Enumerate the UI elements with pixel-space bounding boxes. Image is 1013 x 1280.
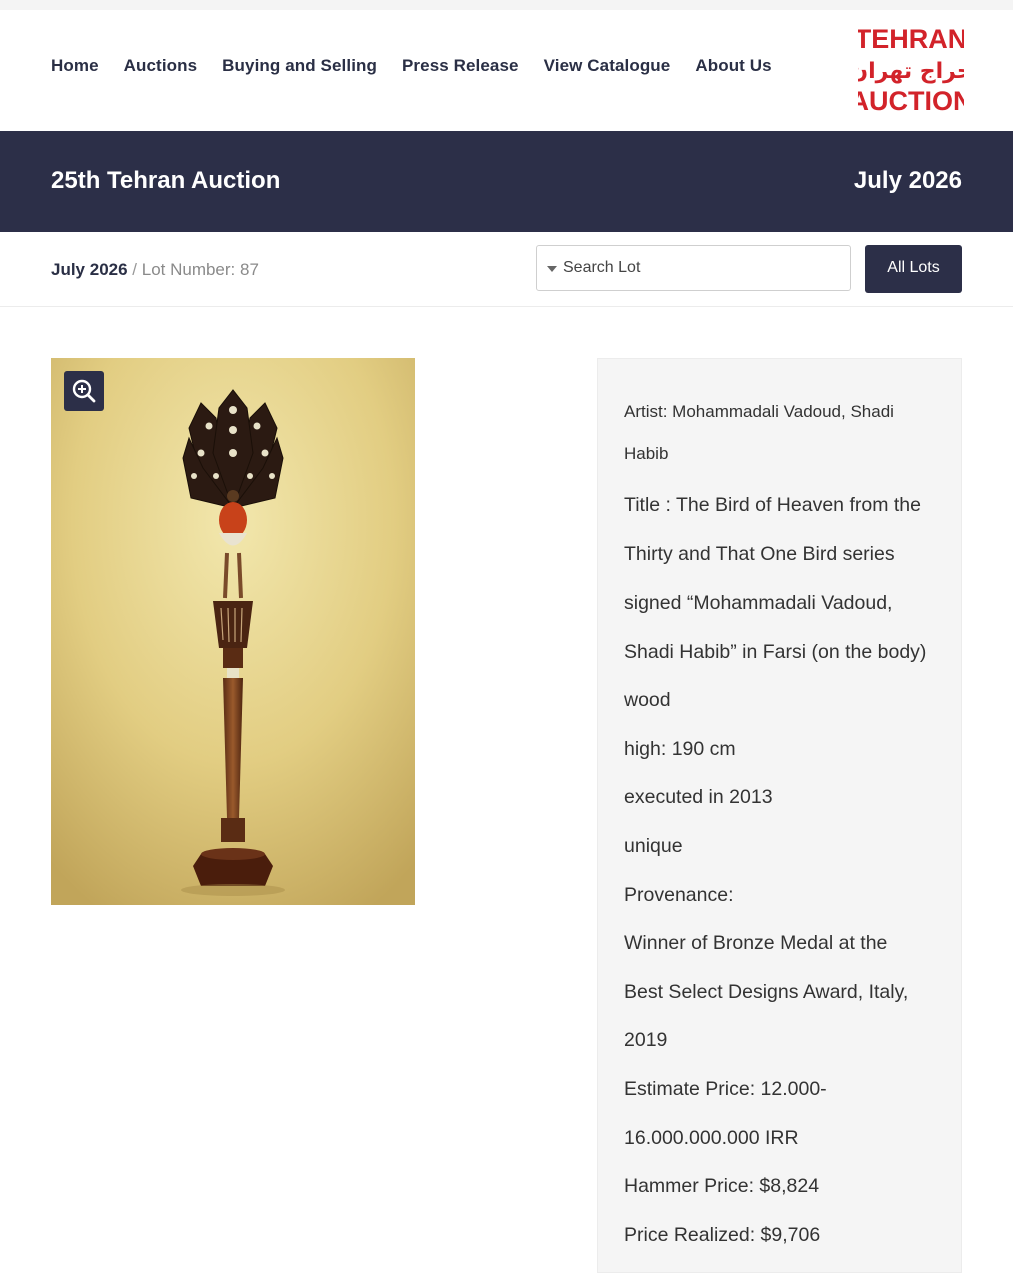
lot-price-realized: Price Realized: $9,706 — [624, 1224, 821, 1246]
nav-view-catalogue[interactable]: View Catalogue — [544, 56, 671, 76]
lot-artist-line: Habib — [624, 444, 669, 463]
all-lots-button[interactable]: All Lots — [865, 245, 962, 293]
zoom-in-button[interactable] — [64, 371, 104, 411]
caret-down-icon — [547, 266, 557, 272]
zoom-in-icon — [72, 379, 96, 403]
sculpture-photo — [51, 358, 415, 905]
lot-title-line: Title : The Bird of Heaven from the — [624, 494, 921, 516]
nav-buying-selling[interactable]: Buying and Selling — [222, 56, 377, 76]
auction-date: July 2026 — [853, 167, 962, 194]
lot-image[interactable] — [51, 358, 415, 905]
tehran-auction-logo[interactable]: TEHRAN حراج تهران AUCTION — [858, 26, 964, 116]
top-strip — [0, 0, 1013, 10]
breadcrumb-separator: / — [127, 260, 142, 279]
logo-text-bottom: AUCTION — [858, 86, 964, 116]
lot-signature-line: signed “Mohammadali Vadoud, — [624, 592, 893, 614]
lot-provenance-line: Best Select Designs Award, Italy, — [624, 981, 909, 1003]
nav-home[interactable]: Home — [51, 56, 99, 76]
breadcrumb: July 2026 / Lot Number: 87 — [51, 260, 259, 280]
lot-details-panel: Artist: Mohammadali Vadoud, Shadi Habib … — [597, 358, 962, 1273]
lot-artist-line: Artist: Mohammadali Vadoud, Shadi — [624, 402, 894, 421]
lot-signature-line: Shadi Habib” in Farsi (on the body) — [624, 641, 927, 663]
logo-text-top: TEHRAN — [858, 26, 964, 54]
lot-provenance-line: Winner of Bronze Medal at the — [624, 932, 888, 954]
breadcrumb-bar: July 2026 / Lot Number: 87 Search Lot Al… — [0, 232, 1013, 307]
lot-dimensions: high: 190 cm — [624, 738, 736, 760]
logo-text-farsi: حراج تهران — [858, 59, 964, 84]
lot-provenance-label: Provenance: — [624, 884, 734, 906]
lot-estimate-line: 16.000.000.000 IRR — [624, 1127, 799, 1149]
lot-hammer-price: Hammer Price: $8,824 — [624, 1175, 820, 1197]
search-lot-select[interactable]: Search Lot — [536, 245, 851, 291]
breadcrumb-auction[interactable]: July 2026 — [51, 260, 128, 279]
search-lot-placeholder: Search Lot — [563, 259, 641, 276]
lot-title-line: Thirty and That One Bird series — [624, 543, 895, 565]
lot-edition: unique — [624, 835, 683, 857]
auction-title: 25th Tehran Auction — [51, 167, 281, 194]
lot-provenance-line: 2019 — [624, 1029, 668, 1051]
nav-press-release[interactable]: Press Release — [402, 56, 519, 76]
nav-about-us[interactable]: About Us — [695, 56, 771, 76]
nav-auctions[interactable]: Auctions — [124, 56, 198, 76]
lot-estimate-line: Estimate Price: 12.000- — [624, 1078, 827, 1100]
breadcrumb-lot: Lot Number: 87 — [141, 260, 259, 279]
lot-medium: wood — [624, 689, 671, 711]
auction-banner: 25th Tehran Auction July 2026 — [0, 131, 1013, 232]
lot-execution-date: executed in 2013 — [624, 786, 773, 808]
main-nav: Home Auctions Buying and Selling Press R… — [51, 56, 797, 76]
lot-artist: Artist: Mohammadali Vadoud, Shadi Habib — [624, 391, 924, 475]
